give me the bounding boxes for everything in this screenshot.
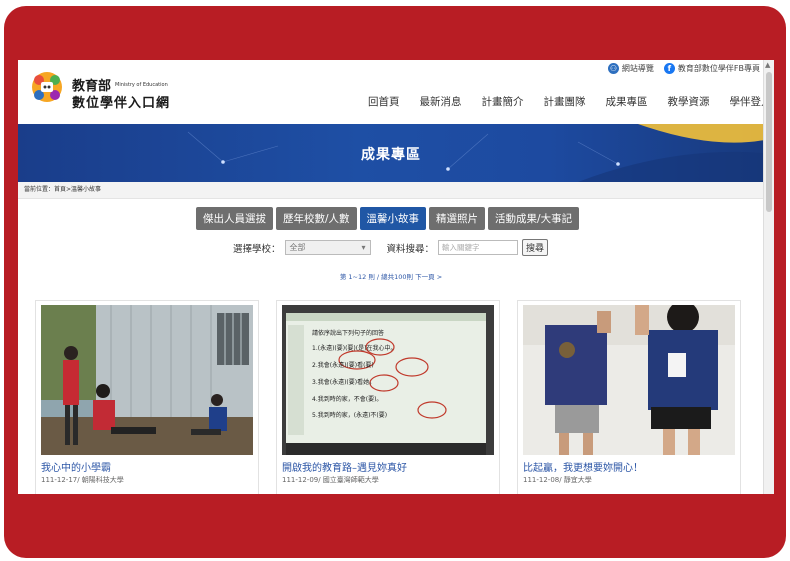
nav-results[interactable]: 成果專區 (596, 94, 658, 109)
logo-subtitle: 數位學伴入口網 (72, 96, 171, 111)
nav-home[interactable]: 回首頁 (358, 94, 410, 109)
filter-bar: 選擇學校： 全部 ▾ 資料搜尋： 輸入關鍵字 搜尋 (233, 239, 549, 256)
logo-english: Ministry of Education (115, 82, 168, 88)
facebook-link[interactable]: f 教育部數位學伴FB專頁 (663, 63, 760, 74)
logo-icon[interactable] (30, 70, 64, 104)
facebook-icon: f (663, 63, 675, 74)
sitemap-label: 網站導覽 (621, 64, 654, 73)
story-photo[interactable] (41, 305, 253, 455)
worksheet-line: 2.我會(永遠)(要)看(要) (312, 361, 374, 369)
nav-intro[interactable]: 計畫簡介 (472, 94, 534, 109)
site-header: 教育部 Ministry of Education 數位學伴入口網 ⚇ 網站導覽… (18, 60, 774, 124)
nav-team[interactable]: 計畫團隊 (534, 94, 596, 109)
browser-screen: 教育部 Ministry of Education 數位學伴入口網 ⚇ 網站導覽… (18, 60, 774, 494)
scroll-up-icon[interactable]: ▲ (765, 61, 770, 69)
story-card[interactable]: 比起贏，我更想要妳開心！ 111-12-08/ 靜宜大學 (517, 300, 741, 494)
school-select[interactable]: 全部 ▾ (284, 240, 371, 255)
tab-photos[interactable]: 精選照片 (429, 207, 486, 230)
school-label: 選擇學校： (233, 243, 281, 255)
nav-resources[interactable]: 教學資源 (658, 94, 720, 109)
school-select-value: 全部 (289, 243, 306, 252)
tab-school-count[interactable]: 歷年校數/人數 (276, 207, 357, 230)
worksheet-line: 1.(永遠)(要)(要)(是)在我心中。 (312, 344, 396, 352)
tab-events[interactable]: 活動成果/大事記 (488, 207, 580, 230)
sitemap-icon: ⚇ (607, 63, 619, 74)
sitemap-link[interactable]: ⚇ 網站導覽 (607, 63, 654, 74)
story-title[interactable]: 我心中的小學霸 (41, 459, 111, 474)
search-input[interactable]: 輸入關鍵字 (438, 240, 519, 255)
breadcrumb: 當前位置：首頁>溫馨小故事 (18, 182, 774, 199)
worksheet-line: 5.我到時的家，(永遠)不(要) (312, 411, 387, 419)
search-button[interactable]: 搜尋 (522, 239, 549, 256)
story-meta: 111-12-09/ 國立臺灣師範大學 (282, 476, 379, 484)
story-card[interactable]: 請依序說出下列句子的回答 1.(永遠)(要)(要)(是)在我心中。 2.我會(永… (276, 300, 500, 494)
worksheet-line: 3.我會(永遠)(要)看她。 (312, 378, 375, 386)
tab-stories[interactable]: 溫馨小故事 (359, 207, 427, 230)
story-cards: 我心中的小學霸 111-12-17/ 朝陽科技大學 請依序說出下列句子的回答 1… (35, 300, 741, 494)
story-photo[interactable] (523, 305, 735, 455)
page-title: 成果專區 (361, 147, 421, 163)
facebook-label: 教育部數位學伴FB專頁 (677, 64, 760, 73)
story-card[interactable]: 我心中的小學霸 111-12-17/ 朝陽科技大學 (35, 300, 259, 494)
top-links: ⚇ 網站導覽 f 教育部數位學伴FB專頁 (607, 63, 760, 74)
story-photo[interactable]: 請依序說出下列句子的回答 1.(永遠)(要)(要)(是)在我心中。 2.我會(永… (282, 305, 494, 455)
chevron-down-icon: ▾ (361, 243, 366, 252)
scrollbar[interactable]: ▲ (763, 60, 774, 494)
worksheet-line: 4.我到時的家，不會(要)。 (312, 395, 382, 403)
page-banner: 成果專區 (18, 124, 774, 182)
scrollbar-thumb[interactable] (766, 72, 772, 212)
story-meta: 111-12-17/ 朝陽科技大學 (41, 476, 124, 484)
story-title[interactable]: 比起贏，我更想要妳開心！ (523, 459, 643, 474)
story-title[interactable]: 開啟我的教育路–遇見妳真好 (282, 459, 407, 474)
main-nav: 回首頁 最新消息 計畫簡介 計畫團隊 成果專區 教學資源 學伴登入 (358, 94, 774, 109)
story-meta: 111-12-08/ 靜宜大學 (523, 476, 592, 484)
search-label: 資料搜尋： (386, 243, 435, 255)
category-tabs: 傑出人員選拔 歷年校數/人數 溫馨小故事 精選照片 活動成果/大事記 (196, 207, 580, 230)
pagination[interactable]: 第 1~12 則 / 總共100則 下一頁 > (18, 271, 764, 281)
nav-news[interactable]: 最新消息 (410, 94, 472, 109)
worksheet-line: 請依序說出下列句子的回答 (312, 329, 384, 337)
tab-outstanding[interactable]: 傑出人員選拔 (196, 207, 273, 230)
